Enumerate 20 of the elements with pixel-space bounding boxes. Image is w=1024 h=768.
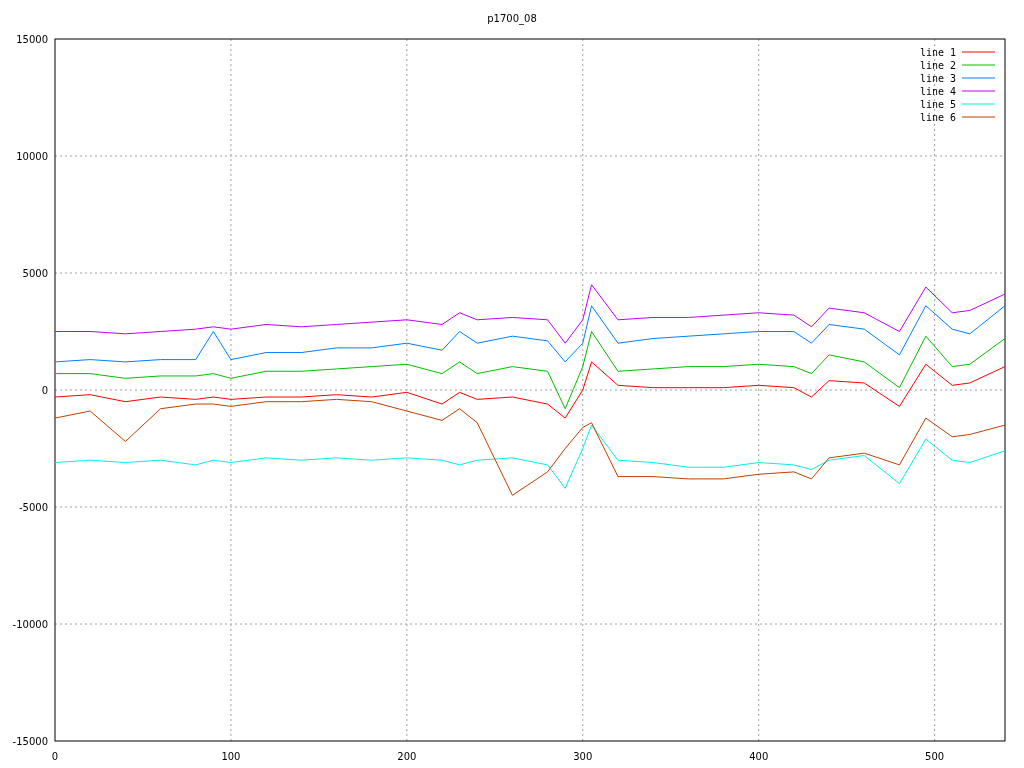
legend-label: line 5	[919, 99, 956, 110]
x-tick-label: 500	[925, 751, 945, 762]
y-tick-label: -10000	[12, 619, 48, 630]
y-tick-label: 5000	[22, 268, 48, 279]
y-tick-label: -15000	[12, 736, 48, 747]
chart-title: p1700_08	[487, 13, 537, 24]
x-tick-label: 200	[397, 751, 417, 762]
y-tick-label: 10000	[16, 151, 48, 162]
legend-label: line 4	[919, 86, 956, 97]
legend-label: line 3	[919, 73, 956, 84]
x-tick-label: 400	[749, 751, 769, 762]
legend-label: line 6	[919, 112, 956, 123]
y-tick-label: 15000	[16, 34, 48, 45]
x-tick-label: 0	[51, 751, 59, 762]
legend-label: line 1	[919, 47, 956, 58]
x-tick-label: 300	[573, 751, 593, 762]
y-tick-label: -5000	[18, 502, 48, 513]
x-tick-label: 100	[221, 751, 241, 762]
y-tick-label: 0	[41, 385, 48, 396]
legend-label: line 2	[919, 60, 956, 71]
